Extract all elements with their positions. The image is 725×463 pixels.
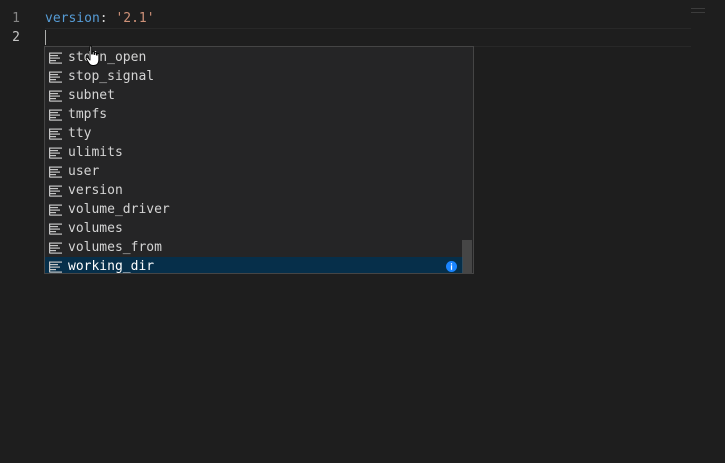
suggest-item[interactable]: tty	[45, 124, 463, 143]
suggest-item-label: subnet	[68, 88, 115, 103]
suggest-item-label: volume_driver	[68, 202, 170, 217]
suggest-item-label: tty	[68, 126, 92, 141]
suggest-item-label: tmpfs	[68, 107, 108, 122]
suggest-item[interactable]: volumes_from	[45, 238, 463, 257]
info-icon[interactable]	[446, 261, 457, 272]
suggest-item-label: volumes_from	[68, 240, 162, 255]
property-icon	[49, 128, 62, 140]
property-icon	[49, 147, 62, 159]
suggest-scroll-thumb[interactable]	[462, 240, 472, 273]
suggest-item-label: working_dir	[68, 259, 155, 274]
property-icon	[49, 204, 62, 216]
property-icon	[49, 90, 62, 102]
suggest-list[interactable]: stdin_open stop_signalsubnet tmpfs tty ulimi…	[45, 48, 463, 274]
suggest-item[interactable]: version	[45, 181, 463, 200]
suggest-item[interactable]: stdin_open	[45, 48, 463, 67]
yaml-string-value: '2.1'	[115, 11, 155, 26]
suggest-item[interactable]: stop_signal	[45, 67, 463, 86]
suggest-item-label: volumes	[68, 221, 123, 236]
property-icon	[49, 261, 62, 273]
suggest-item[interactable]: volumes	[45, 219, 463, 238]
suggest-item-focused[interactable]: working_dir	[45, 257, 463, 274]
yaml-key: version	[45, 11, 100, 26]
line-number-2: 2	[12, 30, 20, 45]
property-icon	[49, 185, 62, 197]
suggest-item[interactable]: ulimits	[45, 143, 463, 162]
property-icon	[49, 71, 62, 83]
text-cursor	[45, 30, 46, 45]
suggest-item-label: version	[68, 183, 123, 198]
suggest-item-label: user	[68, 164, 100, 179]
property-icon	[49, 52, 62, 64]
code-line-1[interactable]: version: '2.1'	[45, 9, 155, 28]
suggest-scrollbar[interactable]	[462, 47, 472, 273]
editor-top-strip	[0, 0, 725, 9]
code-editor[interactable]: 1 2 version: '2.1' stdin_open stop_signal…	[0, 0, 725, 463]
suggest-widget[interactable]: stdin_open stop_signalsubnet tmpfs tty ulimi…	[44, 46, 474, 274]
current-line-highlight[interactable]	[45, 28, 691, 47]
property-icon	[49, 166, 62, 178]
suggest-item-label: ulimits	[68, 145, 123, 160]
yaml-colon: :	[99, 11, 116, 26]
minimap-slider[interactable]	[691, 8, 705, 13]
property-icon	[49, 109, 62, 121]
suggest-item[interactable]: user	[45, 162, 463, 181]
property-icon	[49, 242, 62, 254]
suggest-item[interactable]: subnet	[45, 86, 463, 105]
line-number-gutter: 1 2	[0, 9, 36, 463]
suggest-item-label: stop_signal	[68, 69, 155, 84]
line-number-1: 1	[12, 11, 20, 26]
suggest-item[interactable]: tmpfs	[45, 105, 463, 124]
suggest-item-label: stdin_open	[68, 50, 147, 65]
property-icon	[49, 223, 62, 235]
suggest-item[interactable]: volume_driver	[45, 200, 463, 219]
